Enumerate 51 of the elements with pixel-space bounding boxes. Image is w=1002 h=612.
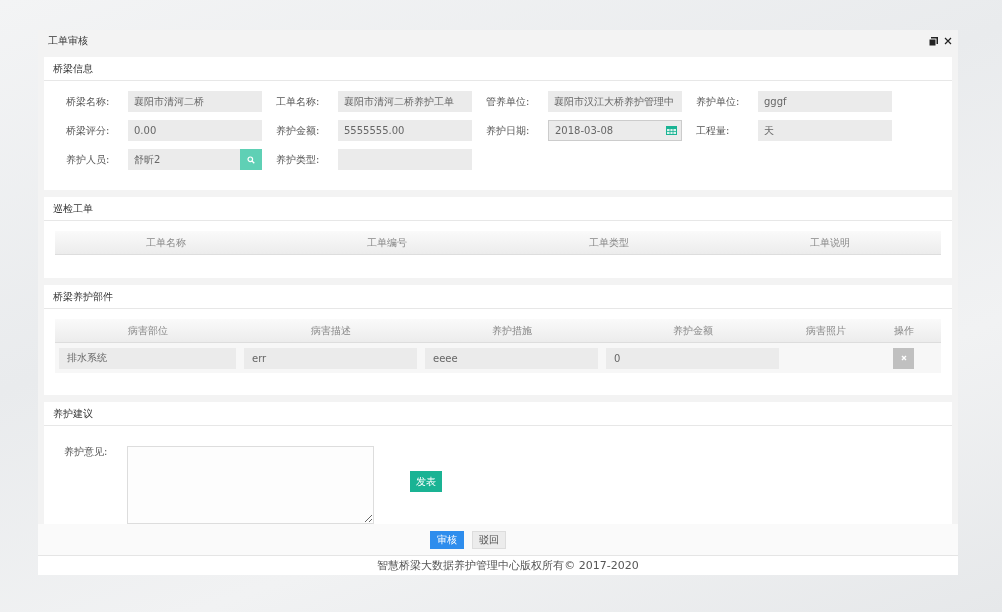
approve-button[interactable]: 审核 [430, 530, 464, 549]
field-label: 养护单位: [696, 95, 741, 110]
column-header: 工单编号 [366, 235, 409, 250]
column-header: 工单说明 [809, 235, 852, 250]
column-header: 养护金额 [671, 323, 714, 338]
restore-icon[interactable] [929, 36, 938, 46]
input-field[interactable]: err [244, 347, 417, 369]
field-label: 桥梁名称: [66, 95, 111, 110]
field-label: 工单名称: [276, 95, 321, 110]
field-label: 养护金额: [276, 124, 321, 139]
footer-text: 智慧桥梁大数据养护管理中心版权所有© 2017-2020 [377, 558, 639, 574]
input-field[interactable]: 襄阳市汉江大桥养护管理中 [548, 91, 682, 113]
field-label: 养护类型: [276, 153, 321, 168]
close-icon[interactable] [944, 37, 952, 46]
input-field[interactable]: 5555555.00 [338, 120, 472, 142]
column-header: 操作 [892, 323, 915, 338]
input-field[interactable]: 天 [758, 120, 892, 142]
input-field[interactable]: 舒昕2 [128, 149, 240, 171]
search-icon [247, 155, 255, 164]
input-field[interactable]: gggf [758, 91, 892, 113]
window-title: 工单审核 [48, 34, 88, 49]
close-icon [900, 355, 907, 362]
column-header: 病害部位 [126, 323, 169, 338]
field-label: 养护意见: [64, 446, 108, 459]
column-header: 工单类型 [587, 235, 630, 250]
field-label: 养护人员: [66, 153, 111, 168]
panel-title: 桥梁养护部件 [44, 285, 952, 310]
field-label: 工程量: [696, 124, 731, 139]
column-header: 病害照片 [804, 323, 847, 338]
input-field[interactable]: 排水系统 [59, 347, 236, 369]
column-header: 工单名称 [144, 235, 187, 250]
field-label: 管养单位: [486, 95, 531, 110]
search-button[interactable] [240, 149, 262, 171]
input-field[interactable]: eeee [425, 347, 598, 369]
panel-title: 养护建议 [44, 402, 952, 427]
field-label: 桥梁评分: [66, 124, 111, 139]
panel-title: 桥梁信息 [44, 57, 952, 82]
publish-button[interactable]: 发表 [410, 471, 443, 493]
field-label: 养护日期: [486, 124, 531, 139]
column-header: 养护措施 [490, 323, 533, 338]
column-header: 病害描述 [309, 323, 352, 338]
reject-button[interactable]: 驳回 [472, 530, 506, 549]
input-field[interactable]: 0 [606, 347, 779, 369]
input-field[interactable]: 襄阳市清河二桥养护工单 [338, 91, 472, 113]
panel-title: 巡检工单 [44, 197, 952, 222]
delete-button[interactable] [893, 347, 914, 369]
input-field[interactable]: 襄阳市清河二桥 [128, 91, 262, 113]
comment-field[interactable] [127, 446, 375, 525]
calendar-icon[interactable] [666, 126, 677, 136]
date-field[interactable]: 2018-03-08 [548, 120, 682, 142]
input-field[interactable]: 0.00 [128, 120, 262, 142]
